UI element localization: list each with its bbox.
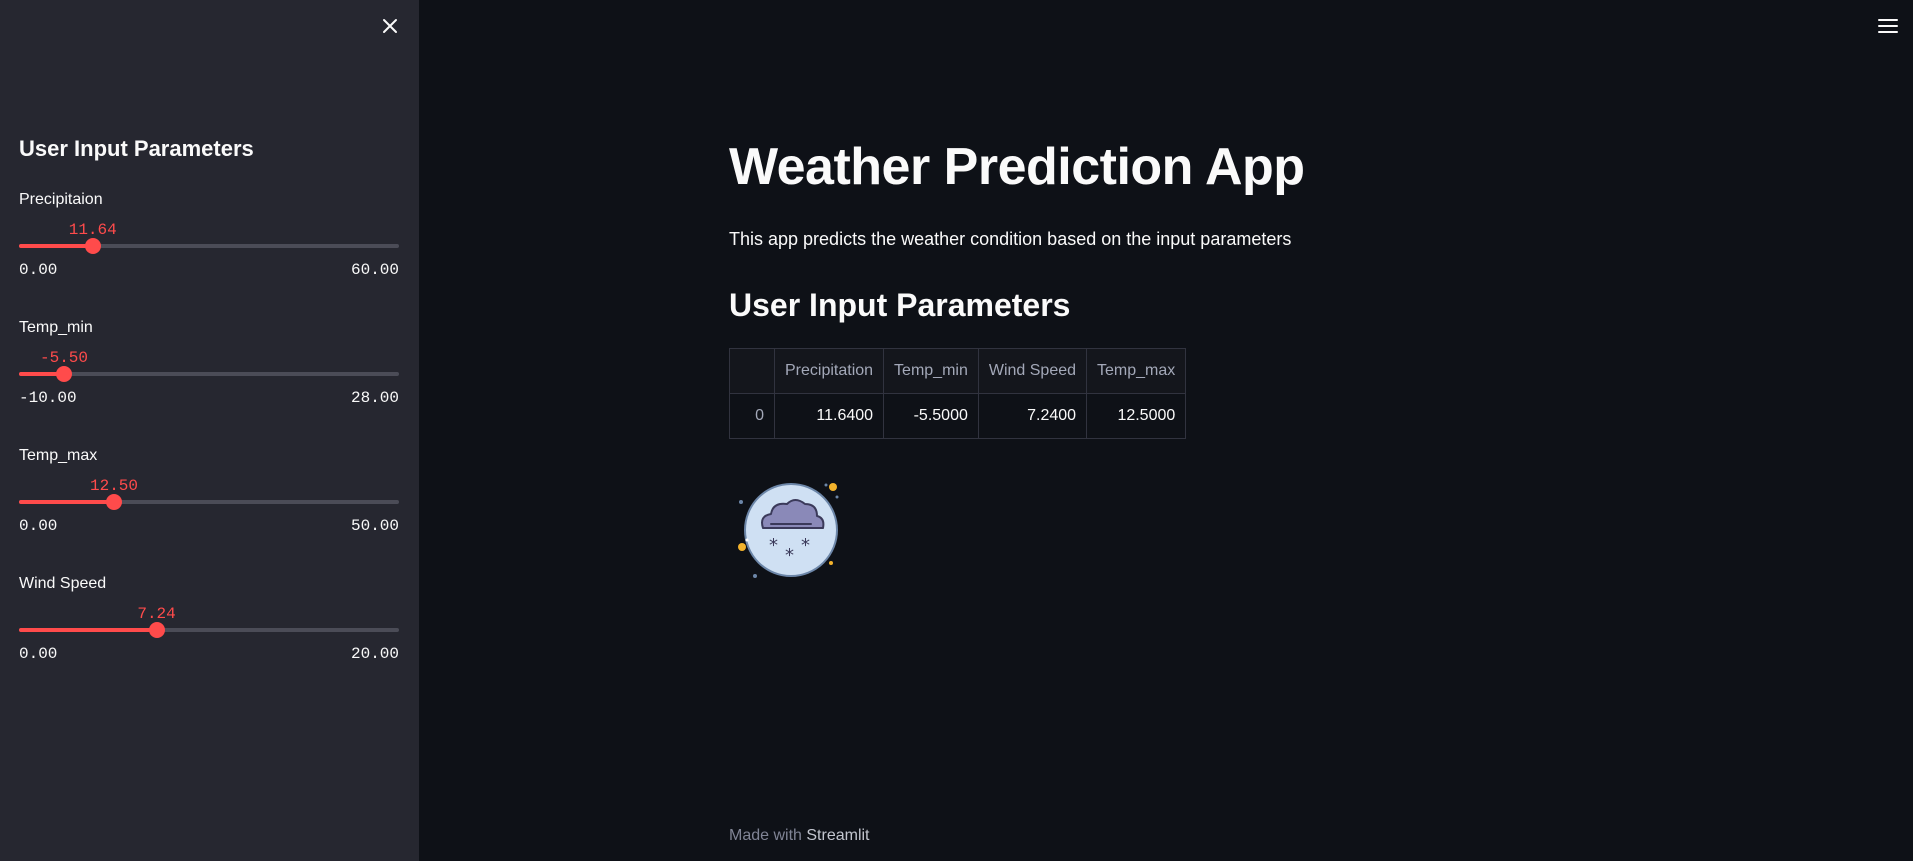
slider-thumb[interactable] (106, 494, 122, 510)
slider-value: -5.50 (39, 349, 89, 367)
slider-min: 0.00 (19, 517, 58, 535)
slider-track[interactable] (19, 366, 399, 382)
table-header[interactable]: Temp_min (883, 348, 979, 394)
footer: Made with Streamlit (729, 827, 870, 845)
slider-wind-speed: Wind Speed 7.24 0.00 20.00 (19, 575, 399, 695)
slider-min: -10.00 (19, 389, 77, 407)
svg-text:*: * (769, 535, 778, 556)
table-cell: 12.5000 (1086, 393, 1187, 439)
slider-label: Wind Speed (19, 575, 107, 592)
table-cell-index: 0 (729, 393, 775, 439)
slider-fill (19, 500, 114, 504)
page-title: Weather Prediction App (729, 138, 1305, 196)
slider-value: 7.24 (137, 605, 176, 623)
table-cell: 7.2400 (977, 393, 1088, 439)
svg-text:*: * (801, 535, 810, 556)
slider-max: 28.00 (350, 389, 399, 407)
section-title: User Input Parameters (729, 287, 1071, 323)
slider-label: Temp_min (19, 319, 93, 336)
table-header[interactable]: Precipitation (773, 348, 885, 394)
table-header[interactable]: Temp_max (1086, 348, 1187, 394)
hamburger-menu-icon (1878, 19, 1898, 33)
table-header-row: Precipitation Temp_min Wind Speed Temp_m… (729, 348, 1187, 394)
slider-thumb[interactable] (148, 622, 165, 638)
slider-thumb[interactable] (56, 366, 72, 382)
slider-max: 20.00 (350, 645, 399, 663)
slider-max: 50.00 (350, 517, 399, 535)
slider-precipitation: Precipitaion 11.64 0.00 60.00 (19, 191, 399, 311)
slider-max: 60.00 (350, 261, 399, 279)
close-sidebar-button[interactable] (378, 14, 402, 38)
main-menu-button[interactable] (1876, 14, 1900, 38)
table-header[interactable]: Wind Speed (977, 348, 1088, 394)
snow-cloud-icon: * * * (738, 483, 839, 578)
weather-prediction-image: * * * (733, 474, 843, 584)
table-header-index (729, 348, 775, 394)
slider-value: 11.64 (68, 221, 117, 239)
slider-track[interactable] (19, 622, 399, 638)
slider-min: 0.00 (19, 645, 58, 663)
table-row: 0 11.6400 -5.5000 7.2400 12.5000 (729, 393, 1187, 439)
close-icon (383, 19, 397, 33)
slider-fill (19, 244, 93, 248)
svg-text:*: * (785, 545, 794, 566)
table-cell: 11.6400 (773, 393, 885, 439)
slider-value: 12.50 (89, 477, 139, 495)
footer-brand-link[interactable]: Streamlit (806, 827, 869, 844)
slider-track[interactable] (19, 494, 399, 510)
slider-temp-max: Temp_max 12.50 0.00 50.00 (19, 447, 399, 567)
slider-min: 0.00 (19, 261, 58, 279)
table-cell: -5.5000 (883, 393, 979, 439)
slider-thumb[interactable] (84, 238, 101, 254)
sidebar-title: User Input Parameters (19, 136, 254, 161)
slider-label: Precipitaion (19, 191, 103, 208)
sidebar: User Input Parameters Precipitaion 11.64… (0, 0, 419, 861)
slider-track[interactable] (19, 238, 399, 254)
slider-label: Temp_max (19, 447, 98, 464)
parameters-table: Precipitation Temp_min Wind Speed Temp_m… (729, 348, 1187, 439)
footer-text: Made with (729, 827, 802, 844)
page-description: This app predicts the weather condition … (729, 229, 1292, 249)
slider-temp-min: Temp_min -5.50 -10.00 28.00 (19, 319, 399, 439)
slider-fill (19, 628, 157, 632)
